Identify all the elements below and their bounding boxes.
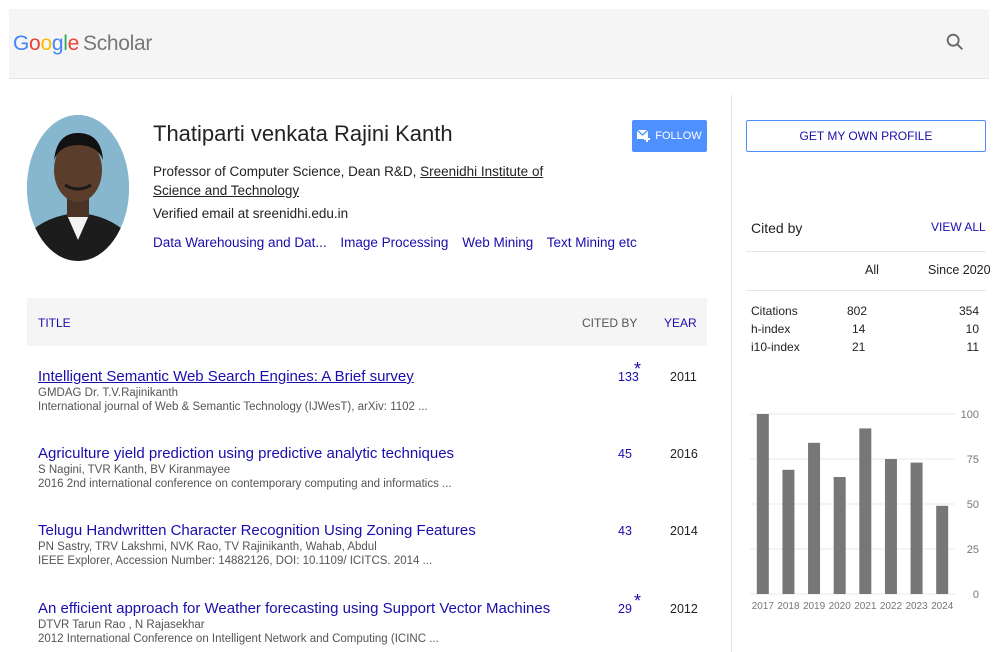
article-authors: GMDAG Dr. T.V.Rajinikanth bbox=[38, 387, 178, 399]
article-authors: PN Sastry, TRV Lakshmi, NVK Rao, TV Raji… bbox=[38, 541, 377, 553]
chart-bar-2022[interactable] bbox=[884, 459, 897, 594]
verified-email: Verified email at sreenidhi.edu.in bbox=[153, 206, 349, 221]
stats-divider bbox=[746, 251, 986, 252]
chart-x-tick-label: 2020 bbox=[829, 601, 852, 612]
stats-row-h-index: h-index 14 10 bbox=[751, 322, 981, 338]
sort-by-year[interactable]: YEAR bbox=[664, 316, 697, 330]
profile-name: Thatiparti venkata Rajini Kanth bbox=[153, 121, 453, 146]
article-title[interactable]: Intelligent Semantic Web Search Engines:… bbox=[38, 368, 708, 386]
google-scholar-logo[interactable]: Google Scholar bbox=[13, 32, 152, 56]
sort-by-cited[interactable]: CITED BY bbox=[582, 316, 637, 330]
cited-by-count[interactable]: 45 bbox=[618, 447, 632, 461]
chart-x-tick-label: 2017 bbox=[752, 601, 775, 612]
cited-by-count[interactable]: 29 bbox=[618, 602, 632, 616]
article-venue: 2016 2nd international conference on con… bbox=[38, 478, 452, 490]
interest-link[interactable]: Image Processing bbox=[340, 235, 448, 250]
chart-y-tick-label: 0 bbox=[973, 589, 979, 601]
sort-by-title[interactable]: TITLE bbox=[38, 316, 71, 330]
stat-since: 11 bbox=[966, 340, 979, 354]
chart-bar-2017[interactable] bbox=[756, 414, 769, 594]
article-venue: International journal of Web & Semantic … bbox=[38, 401, 428, 413]
article-year: 2011 bbox=[670, 370, 697, 384]
affiliation-text: Professor of Computer Science, Dean R&D, bbox=[153, 164, 421, 179]
article-venue: 2012 International Conference on Intelli… bbox=[38, 633, 439, 645]
article-year: 2016 bbox=[670, 447, 698, 461]
stat-all: 21 bbox=[852, 340, 866, 354]
merged-citations-star[interactable]: * bbox=[634, 591, 641, 612]
chart-bar-2021[interactable] bbox=[859, 428, 872, 594]
top-bar: Google Scholar bbox=[9, 9, 989, 79]
stats-row-citations: Citations 802 354 bbox=[751, 304, 981, 320]
stat-label[interactable]: Citations bbox=[751, 304, 798, 318]
stat-all: 802 bbox=[847, 304, 868, 318]
article-authors: S Nagini, TVR Kanth, BV Kiranmayee bbox=[38, 464, 231, 476]
stats-divider bbox=[746, 290, 986, 291]
research-interests: Data Warehousing and Dat... Image Proces… bbox=[153, 235, 647, 250]
merged-citations-star[interactable]: * bbox=[634, 359, 641, 380]
article-authors: DTVR Tarun Rao , N Rajasekhar bbox=[38, 619, 205, 631]
article-row: An efficient approach for Weather foreca… bbox=[38, 591, 708, 646]
stats-col-since: Since 2020 bbox=[928, 263, 991, 277]
chart-x-tick-label: 2023 bbox=[905, 601, 928, 612]
follow-label: FOLLOW bbox=[655, 130, 702, 142]
article-row: Agriculture yield prediction using predi… bbox=[38, 445, 708, 491]
search-icon[interactable] bbox=[944, 31, 966, 53]
stat-all: 14 bbox=[852, 322, 866, 336]
cited-by-heading: Cited by bbox=[751, 220, 803, 236]
chart-bar-2019[interactable] bbox=[808, 442, 821, 594]
chart-x-tick-label: 2022 bbox=[880, 601, 903, 612]
follow-mail-icon bbox=[637, 130, 651, 142]
chart-bar-2020[interactable] bbox=[833, 477, 846, 594]
interest-link[interactable]: Text Mining etc bbox=[547, 235, 637, 250]
cited-by-count[interactable]: 43 bbox=[618, 524, 632, 538]
chart-x-tick-label: 2019 bbox=[803, 601, 826, 612]
article-title[interactable]: An efficient approach for Weather foreca… bbox=[38, 600, 708, 618]
stats-row-i10-index: i10-index 21 11 bbox=[751, 340, 981, 356]
article-venue: IEEE Explorer, Accession Number: 1488212… bbox=[38, 555, 433, 567]
chart-x-tick-label: 2024 bbox=[931, 601, 954, 612]
chart-y-tick-label: 100 bbox=[961, 409, 979, 421]
profile-avatar bbox=[27, 115, 129, 261]
interest-link[interactable]: Web Mining bbox=[462, 235, 533, 250]
stat-label[interactable]: i10-index bbox=[751, 340, 800, 354]
article-year: 2014 bbox=[670, 524, 698, 538]
follow-button[interactable]: FOLLOW bbox=[632, 120, 707, 152]
view-all-link[interactable]: VIEW ALL bbox=[931, 220, 986, 234]
chart-y-tick-label: 50 bbox=[967, 499, 979, 511]
stats-col-all: All bbox=[865, 263, 879, 277]
article-year: 2012 bbox=[670, 602, 698, 616]
interest-link[interactable]: Data Warehousing and Dat... bbox=[153, 235, 327, 250]
stat-label[interactable]: h-index bbox=[751, 322, 790, 336]
articles-table-header: TITLE CITED BY YEAR bbox=[27, 298, 707, 346]
stat-since: 354 bbox=[958, 304, 979, 318]
scholar-wordmark: Scholar bbox=[82, 32, 153, 55]
stat-since: 10 bbox=[965, 322, 979, 336]
chart-y-tick-label: 75 bbox=[967, 454, 979, 466]
citations-per-year-chart: 0 25 50 75 100 2017 2018 2019 2020 2021 2022 2023 20… bbox=[750, 409, 979, 612]
get-my-own-profile-button[interactable]: GET MY OWN PROFILE bbox=[746, 120, 986, 152]
chart-bar-2024[interactable] bbox=[936, 505, 949, 594]
column-divider bbox=[731, 95, 732, 652]
chart-bar-2018[interactable] bbox=[782, 469, 795, 594]
chart-bar-2023[interactable] bbox=[910, 462, 923, 594]
chart-x-tick-label: 2018 bbox=[777, 601, 800, 612]
article-row: Telugu Handwritten Character Recognition… bbox=[38, 522, 708, 568]
chart-x-tick-label: 2021 bbox=[854, 601, 877, 612]
article-title[interactable]: Agriculture yield prediction using predi… bbox=[38, 445, 708, 463]
article-row: Intelligent Semantic Web Search Engines:… bbox=[38, 359, 708, 414]
profile-affiliation: Professor of Computer Science, Dean R&D,… bbox=[153, 162, 593, 200]
chart-y-tick-label: 25 bbox=[967, 544, 979, 556]
article-title[interactable]: Telugu Handwritten Character Recognition… bbox=[38, 522, 708, 540]
